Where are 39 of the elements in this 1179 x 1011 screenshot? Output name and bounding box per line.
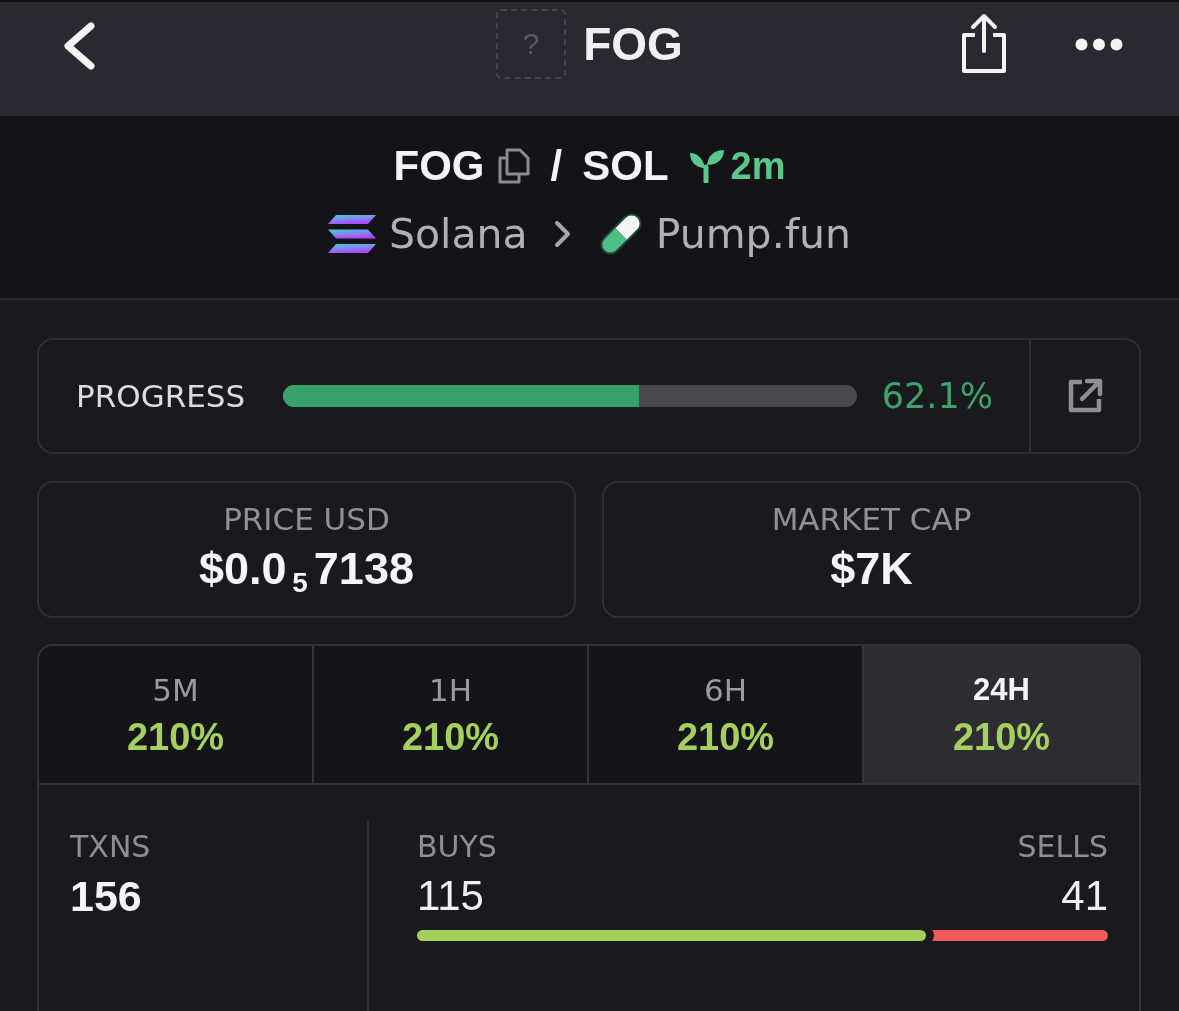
dex-name[interactable]: Pump.fun: [655, 210, 852, 258]
buys-count: 115: [417, 871, 484, 921]
timeframe-tab[interactable]: 5M 210%: [39, 646, 314, 783]
page-title: FOG: [583, 17, 683, 71]
sprout-icon: [688, 149, 725, 183]
more-options-icon[interactable]: [1075, 37, 1123, 51]
stat-value: $7K: [830, 542, 913, 595]
quote-token: SOL: [582, 142, 669, 190]
txns-count: 156: [70, 871, 143, 922]
progress-percent: 62.1%: [881, 376, 993, 416]
sells-label: SELLS: [1017, 829, 1108, 865]
timeframe-label: 5M: [152, 670, 199, 709]
sells-count: 41: [1061, 871, 1108, 921]
stat-label: PRICE USD: [223, 500, 390, 537]
question-mark: ?: [522, 27, 540, 61]
base-token: FOG: [393, 142, 485, 190]
timeframe-label: 1H: [428, 670, 472, 709]
chain-name[interactable]: Solana: [388, 210, 528, 258]
solana-logo-icon: [327, 215, 376, 253]
stat-label: MARKET CAP: [771, 500, 972, 537]
percent-change: 210%: [676, 714, 775, 759]
timeframe-tab[interactable]: 24H 210%: [864, 646, 1139, 783]
percent-change: 210%: [952, 714, 1051, 759]
timeframe-label: 6H: [703, 670, 747, 709]
percent-change: 210%: [401, 714, 500, 759]
buys-label: BUYS: [417, 829, 497, 865]
pair-age: 2m: [730, 144, 786, 188]
pair-separator: /: [550, 142, 563, 190]
percent-change: 210%: [126, 714, 225, 759]
chevron-right-icon: [553, 220, 572, 248]
share-icon[interactable]: [959, 13, 1009, 75]
copy-icon[interactable]: [496, 148, 531, 184]
txns-label: TXNS: [70, 829, 151, 864]
stat-value: $0.0$_{5}$7138: [199, 542, 414, 595]
progress-label: PROGRESS: [76, 378, 246, 414]
timeframe-tab[interactable]: 1H 210%: [314, 646, 589, 783]
timeframe-tab[interactable]: 6H 210%: [589, 646, 864, 783]
external-link-icon: [1066, 377, 1104, 415]
timeframe-label: 24H: [973, 670, 1030, 709]
